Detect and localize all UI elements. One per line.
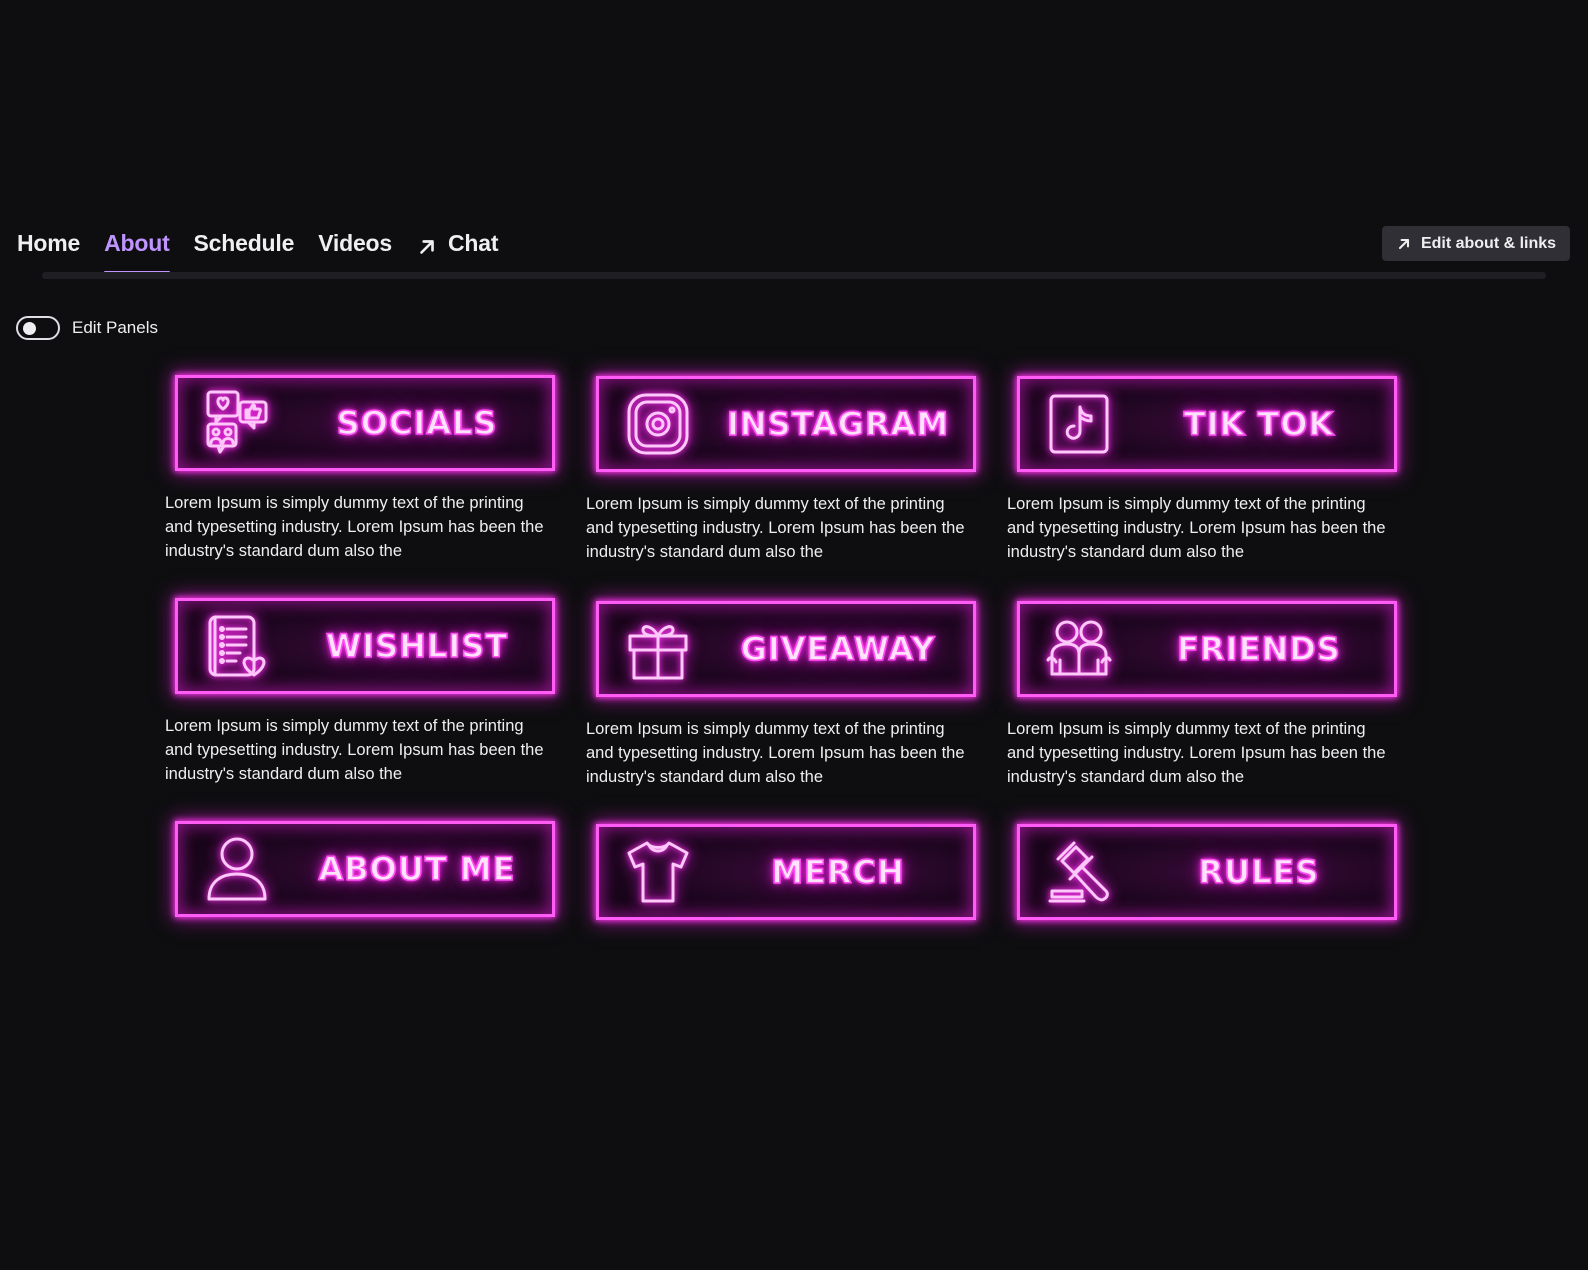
panel-friends: FRIENDS Lorem Ipsum is simply dummy text… [1007, 601, 1397, 789]
toggle-knob [23, 322, 36, 335]
gift-icon [628, 625, 688, 680]
panel-banner-about-me[interactable]: ABOUT ME [175, 821, 555, 917]
panel-banner-socials[interactable]: SOCIALS [175, 375, 555, 471]
tab-home-label: Home [17, 230, 81, 256]
panel-banner-merch[interactable]: MERCH [596, 824, 976, 920]
panel-wishlist: WISHLIST Lorem Ipsum is simply dummy tex… [165, 598, 555, 786]
about-page: Home About Schedule Videos Chat Edit abo… [0, 0, 1588, 1270]
external-link-arrow-icon [1398, 238, 1409, 249]
panel-giveaway: GIVEAWAY Lorem Ipsum is simply dummy tex… [586, 601, 976, 789]
panel-title: RULES [1198, 852, 1320, 892]
tab-about[interactable]: About [104, 228, 170, 274]
panel-title: MERCH [770, 852, 905, 892]
panel-title: WISHLIST [325, 626, 509, 666]
tab-chat[interactable]: Chat [416, 228, 499, 274]
tab-home[interactable]: Home [17, 228, 80, 274]
social-media-icon [206, 390, 268, 454]
panel-instagram: INSTAGRAM Lorem Ipsum is simply dummy te… [586, 376, 976, 564]
tiktok-icon [1049, 394, 1109, 454]
channel-nav: Home About Schedule Videos Chat [17, 228, 522, 274]
panel-banner-giveaway[interactable]: GIVEAWAY [596, 601, 976, 697]
panel-rules: RULES [1007, 824, 1397, 920]
edit-panels-toggle-row: Edit Panels [16, 316, 158, 340]
panel-merch: MERCH [586, 824, 976, 920]
tab-schedule-label: Schedule [193, 230, 295, 256]
nav-divider [42, 272, 1546, 279]
panel-title: INSTAGRAM [726, 404, 950, 444]
panel-description: Lorem Ipsum is simply dummy text of the … [165, 717, 544, 783]
wishlist-icon [208, 615, 266, 677]
panel-banner-rules[interactable]: RULES [1017, 824, 1397, 920]
panel-tiktok: TIK TOK Lorem Ipsum is simply dummy text… [1007, 376, 1397, 564]
tab-schedule[interactable]: Schedule [194, 228, 295, 274]
tshirt-icon [627, 841, 689, 903]
friends-icon [1046, 620, 1112, 676]
edit-about-links-label: Edit about & links [1420, 234, 1557, 252]
edit-about-links-button[interactable]: Edit about & links [1382, 226, 1570, 261]
panel-description: Lorem Ipsum is simply dummy text of the … [586, 720, 965, 786]
panel-title: TIK TOK [1183, 404, 1335, 444]
panel-banner-instagram[interactable]: INSTAGRAM [596, 376, 976, 472]
external-link-arrow-icon [420, 240, 434, 254]
panel-title: FRIENDS [1176, 629, 1341, 669]
tab-videos-label: Videos [318, 230, 392, 256]
user-icon [207, 837, 267, 901]
tab-videos[interactable]: Videos [318, 228, 392, 274]
panel-banner-tiktok[interactable]: TIK TOK [1017, 376, 1397, 472]
tab-chat-label: Chat [448, 230, 499, 256]
panel-title: ABOUT ME [318, 849, 516, 889]
panel-socials: SOCIALS Lorem Ipsum is simply dummy text… [165, 375, 555, 563]
panel-title: GIVEAWAY [740, 629, 936, 669]
panel-title: SOCIALS [336, 403, 498, 443]
panel-description: Lorem Ipsum is simply dummy text of the … [1007, 720, 1386, 786]
edit-panels-label: Edit Panels [72, 318, 158, 337]
panel-description: Lorem Ipsum is simply dummy text of the … [165, 494, 544, 560]
gavel-icon [1048, 841, 1109, 903]
panel-banner-wishlist[interactable]: WISHLIST [175, 598, 555, 694]
tab-about-label: About [104, 230, 170, 256]
panel-description: Lorem Ipsum is simply dummy text of the … [1007, 495, 1386, 561]
panel-about-me: ABOUT ME [165, 821, 555, 917]
panel-description: Lorem Ipsum is simply dummy text of the … [586, 495, 965, 561]
instagram-icon [627, 393, 689, 455]
edit-panels-toggle[interactable] [16, 316, 60, 340]
panel-banner-friends[interactable]: FRIENDS [1017, 601, 1397, 697]
